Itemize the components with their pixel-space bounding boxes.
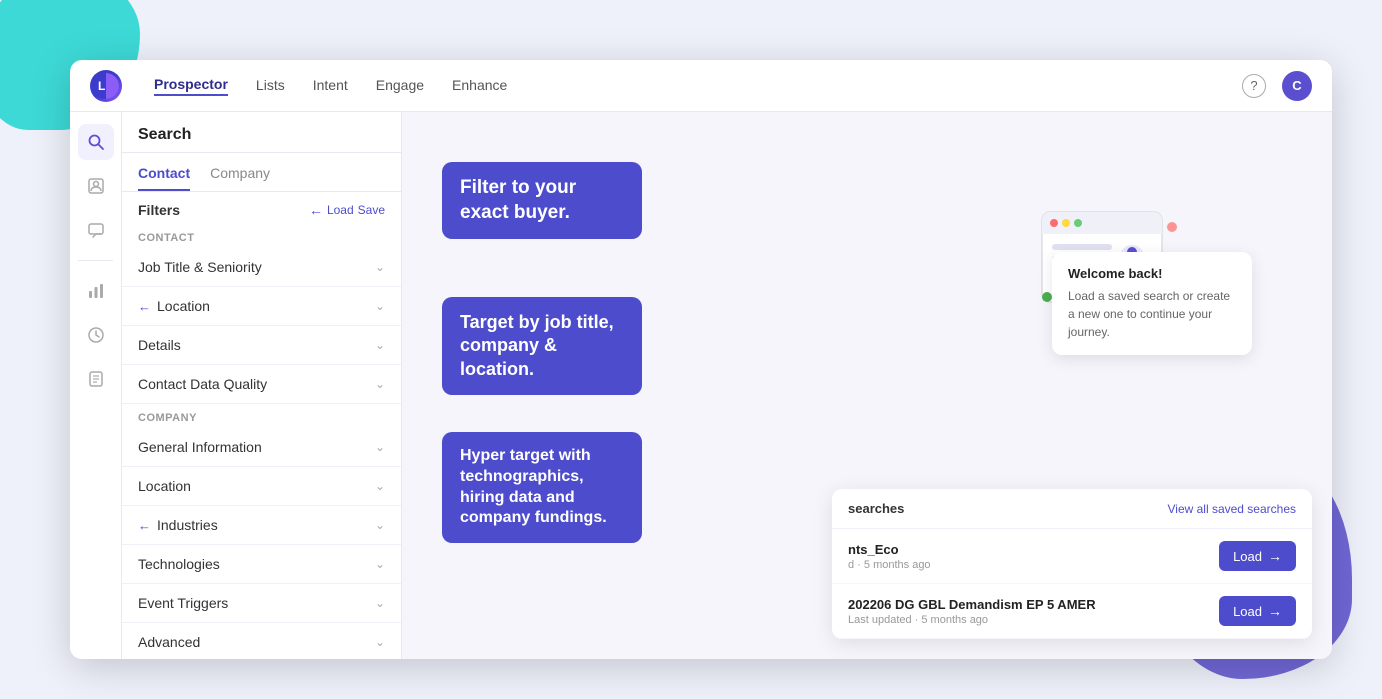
sidebar-icon-contacts[interactable]	[78, 168, 114, 204]
tooltip-bubble-3: Hyper target with technographics, hiring…	[442, 432, 642, 543]
filter-tabs: Contact Company	[122, 153, 401, 192]
arrow-industries-icon: ←	[138, 518, 151, 533]
chevron-industries: ⌄	[375, 518, 385, 532]
filter-industries[interactable]: ← Industries ⌄	[122, 506, 401, 545]
user-avatar[interactable]: C	[1282, 71, 1312, 101]
filter-actions: ← Load Save	[309, 202, 385, 218]
filter-location-contact[interactable]: ← Location ⌄	[122, 287, 401, 326]
app-logo: L	[90, 70, 122, 102]
saved-searches-title: searches	[848, 501, 904, 516]
nav-prospector[interactable]: Prospector	[154, 76, 228, 96]
chevron-details: ⌄	[375, 338, 385, 352]
saved-search-name-1: 202206 DG GBL Demandism EP 5 AMER	[848, 597, 1096, 612]
arrow-left-icon: ←	[309, 202, 323, 218]
nav-right: ? C	[1242, 71, 1312, 101]
svg-text:L: L	[98, 79, 105, 93]
filter-advanced[interactable]: Advanced ⌄	[122, 623, 401, 659]
load-button-0[interactable]: Load →	[1219, 541, 1296, 571]
nav-items: Prospector Lists Intent Engage Enhance	[154, 76, 1210, 96]
chevron-event-triggers: ⌄	[375, 596, 385, 610]
filter-technologies[interactable]: Technologies ⌄	[122, 545, 401, 584]
welcome-title: Welcome back!	[1068, 266, 1236, 281]
nav-engage[interactable]: Engage	[376, 77, 424, 95]
chevron-quality: ⌄	[375, 377, 385, 391]
sidebar-icon-history[interactable]	[78, 317, 114, 353]
saved-search-item-1: 202206 DG GBL Demandism EP 5 AMER Last u…	[832, 584, 1312, 639]
tooltip-bubble-1: Filter to your exact buyer.	[442, 162, 642, 239]
saved-search-name-0: nts_Eco	[848, 542, 931, 557]
welcome-card: Welcome back! Load a saved search or cre…	[1052, 252, 1252, 355]
sidebar-icons	[70, 112, 122, 659]
filter-contact-quality[interactable]: Contact Data Quality ⌄	[122, 365, 401, 404]
filter-panel: Search Contact Company Filters ← Load Sa…	[122, 112, 402, 659]
top-nav: L Prospector Lists Intent Engage Enhance…	[70, 60, 1332, 112]
filter-event-triggers[interactable]: Event Triggers ⌄	[122, 584, 401, 623]
chevron-general-info: ⌄	[375, 440, 385, 454]
chevron-location: ⌄	[375, 299, 385, 313]
main-body: Search Contact Company Filters ← Load Sa…	[70, 112, 1332, 659]
filters-label: Filters	[138, 202, 180, 218]
arrow-icon-1: →	[1268, 603, 1282, 619]
contact-section-label: Contact	[122, 224, 401, 248]
nav-intent[interactable]: Intent	[313, 77, 348, 95]
saved-searches-header: searches View all saved searches	[832, 489, 1312, 529]
chevron-job-title: ⌄	[375, 260, 385, 274]
load-link[interactable]: Load	[327, 203, 354, 217]
filter-general-info[interactable]: General Information ⌄	[122, 428, 401, 467]
saved-search-meta-0: d · 5 months ago	[848, 559, 931, 571]
saved-search-meta-1: Last updated · 5 months ago	[848, 614, 1096, 626]
saved-searches-panel: searches View all saved searches nts_Eco…	[832, 489, 1312, 639]
load-button-1[interactable]: Load →	[1219, 596, 1296, 626]
filter-job-title[interactable]: Job Title & Seniority ⌄	[122, 248, 401, 287]
filter-location-company[interactable]: Location ⌄	[122, 467, 401, 506]
browser-window: L Prospector Lists Intent Engage Enhance…	[70, 60, 1332, 659]
welcome-text: Load a saved search or create a new one …	[1068, 287, 1236, 341]
filters-header-row: Filters ← Load Save	[122, 192, 401, 224]
sidebar-icon-messages[interactable]	[78, 212, 114, 248]
nav-enhance[interactable]: Enhance	[452, 77, 507, 95]
filter-details[interactable]: Details ⌄	[122, 326, 401, 365]
help-button[interactable]: ?	[1242, 74, 1266, 98]
sidebar-icon-search[interactable]	[78, 124, 114, 160]
chevron-technologies: ⌄	[375, 557, 385, 571]
save-link[interactable]: Save	[358, 203, 385, 217]
sidebar-icon-analytics[interactable]	[78, 273, 114, 309]
filter-panel-title: Search	[122, 112, 401, 153]
sidebar-icon-files[interactable]	[78, 361, 114, 397]
chevron-location-company: ⌄	[375, 479, 385, 493]
tab-contact[interactable]: Contact	[138, 165, 190, 191]
chevron-advanced: ⌄	[375, 635, 385, 649]
arrow-icon-0: →	[1268, 548, 1282, 564]
sidebar-divider	[78, 260, 114, 261]
content-area: Filter to your exact buyer. Target by jo…	[402, 112, 1332, 659]
view-all-searches-link[interactable]: View all saved searches	[1167, 502, 1296, 516]
company-section-label: Company	[122, 404, 401, 428]
tab-company[interactable]: Company	[210, 165, 270, 191]
nav-lists[interactable]: Lists	[256, 77, 285, 95]
saved-search-item-0: nts_Eco d · 5 months ago Load →	[832, 529, 1312, 584]
tooltip-bubble-2: Target by job title, company & location.	[442, 297, 642, 395]
arrow-location-icon: ←	[138, 299, 151, 314]
